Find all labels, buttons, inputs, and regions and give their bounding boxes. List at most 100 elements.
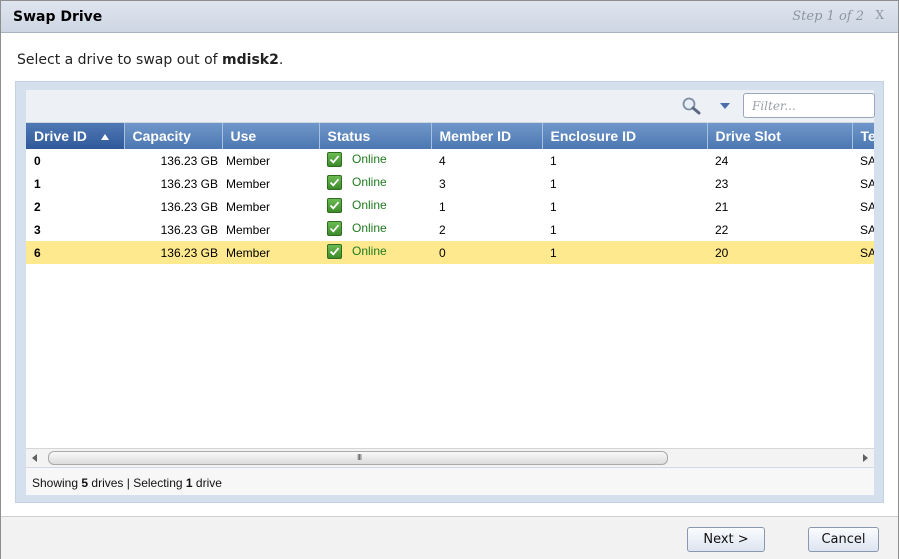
column-label: Use xyxy=(230,128,257,144)
cell-drive-id: 2 xyxy=(26,195,124,218)
column-header-status[interactable]: Status xyxy=(319,123,432,149)
cell-member-id: 3 xyxy=(431,172,542,195)
cell-tech: SAS xyxy=(852,195,874,218)
cell-enclosure-id: 1 xyxy=(542,218,707,241)
table-header-row: Drive ID Capacity Use Status Member ID E… xyxy=(26,123,874,149)
column-label: Member ID xyxy=(439,128,512,144)
dialog-footer: Next > Cancel xyxy=(1,516,898,559)
magnifier-icon[interactable] xyxy=(681,96,703,116)
cell-drive-slot: 22 xyxy=(707,218,852,241)
mdisk-name: mdisk2 xyxy=(222,52,279,68)
cell-enclosure-id: 1 xyxy=(542,241,707,264)
cell-enclosure-id: 1 xyxy=(542,149,707,172)
cell-drive-slot: 20 xyxy=(707,241,852,264)
cell-member-id: 2 xyxy=(431,218,542,241)
cell-tech: SAS xyxy=(852,241,874,264)
cell-drive-slot: 24 xyxy=(707,149,852,172)
cell-status: Online xyxy=(319,241,431,264)
column-header-drive-slot[interactable]: Drive Slot xyxy=(707,123,853,149)
selecting-count: 1 xyxy=(185,476,193,490)
table-row[interactable]: 0 136.23 GB Member Online 4 1 24 SAS xyxy=(26,149,874,172)
filter-input[interactable] xyxy=(743,93,875,118)
summary-suffix: drive xyxy=(192,476,222,490)
cell-drive-id: 6 xyxy=(26,241,124,264)
cell-capacity: 136.23 GB xyxy=(124,241,222,264)
cell-capacity: 136.23 GB xyxy=(124,172,222,195)
arrow-left-icon xyxy=(32,454,37,462)
dialog-titlebar: Swap Drive Step 1 of 2 X xyxy=(1,1,898,33)
cell-status: Online xyxy=(319,149,431,172)
cell-use: Member xyxy=(222,149,319,172)
step-indicator: Step 1 of 2 xyxy=(792,9,864,24)
column-label: Drive ID xyxy=(34,128,87,144)
cell-use: Member xyxy=(222,172,319,195)
scrollbar-thumb[interactable]: III xyxy=(48,451,668,465)
cell-use: Member xyxy=(222,241,319,264)
table-row[interactable]: 3 136.23 GB Member Online 2 1 22 SAS xyxy=(26,218,874,241)
cell-status: Online xyxy=(319,172,431,195)
grip-icon: III xyxy=(357,453,362,462)
table-row[interactable]: 2 136.23 GB Member Online 1 1 21 SAS xyxy=(26,195,874,218)
cell-status: Online xyxy=(319,195,431,218)
cell-capacity: 136.23 GB xyxy=(124,149,222,172)
status-text: Online xyxy=(352,221,387,235)
instruction-text: Select a drive to swap out of mdisk2. xyxy=(17,52,283,68)
column-label: Enclosure ID xyxy=(550,128,637,144)
scroll-right-button[interactable] xyxy=(856,449,874,467)
status-text: Online xyxy=(352,152,387,166)
instruction-suffix: . xyxy=(278,52,284,68)
cell-drive-slot: 21 xyxy=(707,195,852,218)
column-label: Status xyxy=(327,128,371,144)
column-header-tech[interactable]: Tec xyxy=(852,123,874,149)
cell-member-id: 1 xyxy=(431,195,542,218)
cell-member-id: 0 xyxy=(431,241,542,264)
cell-enclosure-id: 1 xyxy=(542,195,707,218)
drive-table-panel: Drive ID Capacity Use Status Member ID E… xyxy=(15,81,884,503)
column-header-drive-id[interactable]: Drive ID xyxy=(26,123,125,149)
cell-member-id: 4 xyxy=(431,149,542,172)
close-icon[interactable]: X xyxy=(875,8,884,22)
table-row-selected[interactable]: 6 136.23 GB Member Online 0 1 20 SAS xyxy=(26,241,874,264)
arrow-right-icon xyxy=(863,454,868,462)
summary-mid: drives | Selecting xyxy=(88,476,186,490)
status-text: Online xyxy=(352,198,387,212)
table-row[interactable]: 1 136.23 GB Member Online 3 1 23 SAS xyxy=(26,172,874,195)
cell-use: Member xyxy=(222,195,319,218)
column-header-use[interactable]: Use xyxy=(222,123,320,149)
horizontal-scrollbar[interactable]: III xyxy=(26,448,874,467)
instruction-prefix: Select a drive to swap out of xyxy=(17,52,223,68)
swap-drive-dialog: Swap Drive Step 1 of 2 X Select a drive … xyxy=(0,0,899,559)
column-label: Capacity xyxy=(132,128,191,144)
filter-dropdown-icon[interactable] xyxy=(720,103,730,109)
column-header-capacity[interactable]: Capacity xyxy=(124,123,223,149)
cell-capacity: 136.23 GB xyxy=(124,218,222,241)
cell-capacity: 136.23 GB xyxy=(124,195,222,218)
cell-status: Online xyxy=(319,218,431,241)
cell-use: Member xyxy=(222,218,319,241)
summary-prefix: Showing xyxy=(32,476,82,490)
dialog-title: Swap Drive xyxy=(13,9,103,25)
status-text: Online xyxy=(352,175,387,189)
selection-status-bar: Showing 5 drives | Selecting 1 drive xyxy=(26,467,874,495)
cell-drive-id: 1 xyxy=(26,172,124,195)
cell-tech: SAS xyxy=(852,218,874,241)
column-label: Tec xyxy=(860,128,875,144)
drive-grid: Drive ID Capacity Use Status Member ID E… xyxy=(26,123,874,448)
cancel-button[interactable]: Cancel xyxy=(808,527,879,552)
status-text: Online xyxy=(352,244,387,258)
scroll-left-button[interactable] xyxy=(26,449,44,467)
column-label: Drive Slot xyxy=(715,128,781,144)
sort-ascending-icon xyxy=(100,134,109,141)
next-button[interactable]: Next > xyxy=(687,527,765,552)
cell-enclosure-id: 1 xyxy=(542,172,707,195)
online-check-icon xyxy=(327,174,342,190)
column-header-enclosure-id[interactable]: Enclosure ID xyxy=(542,123,708,149)
cell-drive-id: 0 xyxy=(26,149,124,172)
cell-drive-slot: 23 xyxy=(707,172,852,195)
cell-drive-id: 3 xyxy=(26,218,124,241)
column-header-member-id[interactable]: Member ID xyxy=(431,123,543,149)
selection-summary: Showing 5 drives | Selecting 1 drive xyxy=(32,476,222,490)
online-check-icon xyxy=(327,220,342,236)
online-check-icon xyxy=(327,197,342,213)
online-check-icon xyxy=(327,243,342,259)
